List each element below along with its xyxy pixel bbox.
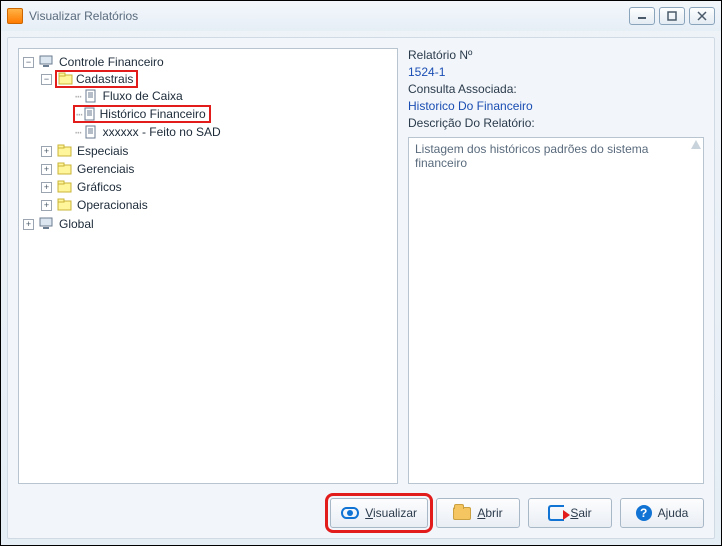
tree-label: Operacionais xyxy=(77,198,148,212)
titlebar[interactable]: Visualizar Relatórios xyxy=(1,1,721,31)
computer-icon xyxy=(39,217,55,231)
collapse-icon[interactable]: − xyxy=(23,57,34,68)
tree-label: Gerenciais xyxy=(77,162,134,176)
document-icon xyxy=(83,89,99,103)
visualizar-button[interactable]: Visualizar xyxy=(330,498,428,528)
tree-label: Histórico Financeiro xyxy=(100,107,206,121)
folder-icon xyxy=(57,198,73,212)
tree-node-graficos[interactable]: + Gráficos xyxy=(41,179,395,195)
sair-button[interactable]: Sair xyxy=(528,498,612,528)
tree-node-especiais[interactable]: + Especiais xyxy=(41,143,395,159)
tree-node-xxxxxx-sad[interactable]: ⋯ xxxxxx - Feito no SAD xyxy=(59,124,395,140)
tree-node-global[interactable]: + Global xyxy=(23,216,395,232)
folder-icon xyxy=(58,72,74,86)
button-label: Abrir xyxy=(477,506,502,520)
descricao-textbox[interactable]: Listagem dos históricos padrões do siste… xyxy=(408,137,704,484)
button-label: Sair xyxy=(570,506,591,520)
folder-icon xyxy=(57,180,73,194)
consulta-associada-value[interactable]: Historico Do Financeiro xyxy=(408,99,704,113)
expand-icon[interactable]: + xyxy=(41,182,52,193)
button-label: Ajuda xyxy=(658,506,689,520)
minimize-icon xyxy=(637,12,647,20)
detail-panel: Relatório Nº 1524-1 Consulta Associada: … xyxy=(408,48,704,484)
button-label: Visualizar xyxy=(365,506,417,520)
tree-line: ⋯ xyxy=(75,90,81,103)
tree-label: Gráficos xyxy=(77,180,122,194)
button-row: Visualizar Abrir Sair ? Ajuda xyxy=(8,490,714,538)
ajuda-button[interactable]: ? Ajuda xyxy=(620,498,704,528)
expand-icon[interactable]: + xyxy=(41,164,52,175)
folder-icon xyxy=(57,162,73,176)
tree-node-cadastrais[interactable]: − Cadastrais xyxy=(41,71,395,87)
exit-icon xyxy=(548,505,564,521)
expand-icon[interactable]: + xyxy=(23,219,34,230)
tree-label: Fluxo de Caixa xyxy=(103,89,183,103)
consulta-associada-label: Consulta Associada: xyxy=(408,82,704,96)
minimize-button[interactable] xyxy=(629,7,655,25)
tree-node-gerenciais[interactable]: + Gerenciais xyxy=(41,161,395,177)
tree-label: Controle Financeiro xyxy=(59,55,164,69)
tree-label: Cadastrais xyxy=(76,72,133,86)
window-controls xyxy=(629,7,715,25)
maximize-icon xyxy=(667,11,677,21)
tree-line: ⋯ xyxy=(75,126,81,139)
tree-node-controle-financeiro[interactable]: − Controle Financeiro xyxy=(23,54,395,70)
content-row: − Controle Financeiro − xyxy=(8,38,714,490)
maximize-button[interactable] xyxy=(659,7,685,25)
document-icon xyxy=(82,107,98,121)
document-icon xyxy=(83,125,99,139)
window-title: Visualizar Relatórios xyxy=(29,9,629,23)
tree-node-fluxo-caixa[interactable]: ⋯ Fluxo de Caixa xyxy=(59,88,395,104)
descricao-label: Descrição Do Relatório: xyxy=(408,116,704,130)
collapse-icon[interactable]: − xyxy=(41,74,52,85)
expand-icon[interactable]: + xyxy=(41,146,52,157)
relatorio-no-label: Relatório Nº xyxy=(408,48,704,62)
relatorio-no-value[interactable]: 1524-1 xyxy=(408,65,704,79)
tree-label: Global xyxy=(59,217,94,231)
expand-icon[interactable]: + xyxy=(41,200,52,211)
close-icon xyxy=(697,11,707,21)
folder-icon xyxy=(57,144,73,158)
eye-icon xyxy=(341,507,359,519)
app-window: Visualizar Relatórios − xyxy=(0,0,722,546)
computer-icon xyxy=(39,55,55,69)
help-icon: ? xyxy=(636,505,652,521)
tree-label: xxxxxx - Feito no SAD xyxy=(103,125,221,139)
tree-label: Especiais xyxy=(77,144,128,158)
tree-node-historico-financeiro[interactable]: ⋯ Histórico Financeiro xyxy=(59,106,395,122)
abrir-button[interactable]: Abrir xyxy=(436,498,520,528)
client-area: − Controle Financeiro − xyxy=(7,37,715,539)
descricao-text: Listagem dos históricos padrões do siste… xyxy=(415,142,648,170)
report-tree[interactable]: − Controle Financeiro − xyxy=(18,48,398,484)
tree-node-operacionais[interactable]: + Operacionais xyxy=(41,197,395,213)
app-icon xyxy=(7,8,23,24)
close-button[interactable] xyxy=(689,7,715,25)
folder-open-icon xyxy=(453,507,471,520)
